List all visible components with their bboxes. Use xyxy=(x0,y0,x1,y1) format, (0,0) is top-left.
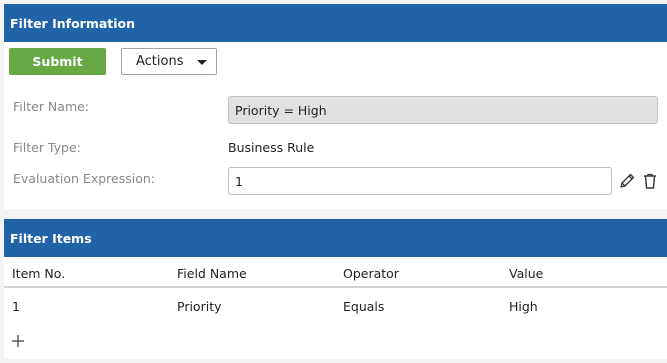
cell-operator: Equals xyxy=(343,299,385,314)
filter-information-title: Filter Information xyxy=(10,15,136,31)
trash-icon[interactable] xyxy=(641,172,659,190)
filter-type-value: Business Rule xyxy=(228,140,315,155)
cell-item-no: 1 xyxy=(12,299,20,314)
filter-information-header: Filter Information xyxy=(4,4,667,42)
edit-icon[interactable] xyxy=(618,172,636,190)
filter-type-label: Filter Type: xyxy=(13,140,81,155)
filter-name-value: Priority = High xyxy=(235,102,327,118)
filter-items-title: Filter Items xyxy=(10,230,92,246)
evaluation-expression-input[interactable] xyxy=(228,167,612,195)
filter-items-panel: Filter Items Item No. Field Name Operato… xyxy=(4,219,667,359)
table-header: Item No. Field Name Operator Value xyxy=(4,257,667,288)
cell-value: High xyxy=(509,299,538,314)
filter-name-field: Priority = High xyxy=(228,96,658,124)
column-header-item-no: Item No. xyxy=(12,266,66,281)
submit-button[interactable]: Submit xyxy=(9,48,106,75)
chevron-down-icon xyxy=(197,60,207,65)
cell-field-name: Priority xyxy=(177,299,222,314)
add-icon[interactable] xyxy=(10,333,26,349)
filter-items-header: Filter Items xyxy=(4,219,667,257)
table-row[interactable]: 1 Priority Equals High xyxy=(4,290,667,322)
column-header-field-name: Field Name xyxy=(177,266,247,281)
column-header-operator: Operator xyxy=(343,266,399,281)
filter-name-label: Filter Name: xyxy=(13,99,90,114)
column-header-value: Value xyxy=(509,266,544,281)
actions-dropdown[interactable]: Actions xyxy=(121,48,217,75)
actions-label: Actions xyxy=(136,54,184,69)
evaluation-expression-label: Evaluation Expression: xyxy=(13,171,155,186)
filter-information-panel: Filter Information Submit Actions Filter… xyxy=(4,4,667,209)
